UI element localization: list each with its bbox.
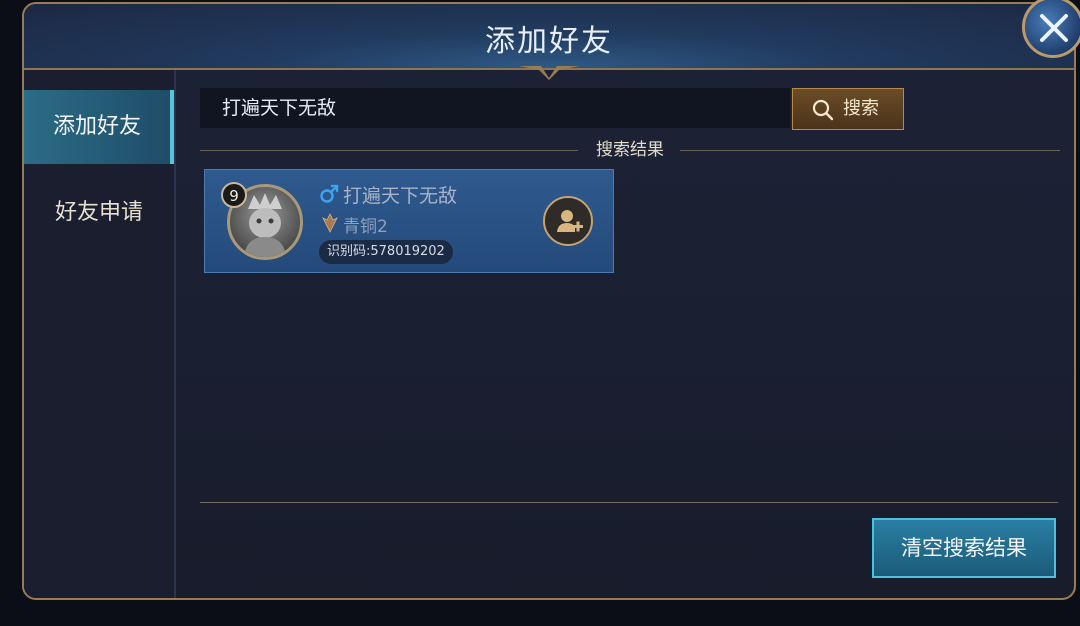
search-icon: [812, 99, 834, 121]
level-badge: 9: [221, 182, 247, 208]
dialog-title: 添加好友: [485, 24, 613, 59]
results-header: 搜索结果: [200, 138, 1060, 162]
search-input[interactable]: 打遍天下无敌: [200, 88, 790, 128]
close-icon: [1040, 14, 1068, 42]
sidebar: 添加好友 好友申请: [24, 70, 176, 598]
add-friend-icon: [557, 210, 583, 232]
clear-results-button[interactable]: 清空搜索结果: [872, 518, 1056, 578]
sidebar-item-friend-requests[interactable]: 好友申请: [24, 176, 174, 250]
search-result-card[interactable]: 9 打遍天下无敌 青铜2 识别码:578019202: [204, 169, 614, 273]
add-friend-button[interactable]: [543, 196, 593, 246]
sidebar-item-label: 好友申请: [54, 200, 143, 225]
player-name: 打遍天下无敌: [343, 185, 458, 207]
player-id: 识别码:578019202: [319, 240, 453, 264]
search-button-label: 搜索: [843, 98, 879, 119]
sidebar-item-label: 添加好友: [52, 114, 141, 139]
dialog-header: 添加好友: [24, 4, 1074, 70]
close-button[interactable]: [1022, 0, 1080, 58]
add-friend-dialog: 添加好友 添加好友 好友申请 打遍天下无敌 搜索 搜索结果 9 打遍天下无敌 青…: [22, 2, 1076, 600]
search-button[interactable]: 搜索: [792, 88, 904, 130]
footer-divider: [200, 502, 1058, 503]
player-rank: 青铜2: [343, 217, 388, 237]
bronze-rank-icon: [322, 213, 338, 233]
results-title: 搜索结果: [596, 140, 664, 160]
sidebar-item-add-friend[interactable]: 添加好友: [24, 90, 174, 164]
male-icon: [320, 184, 339, 203]
header-ornament-icon: [519, 66, 579, 80]
